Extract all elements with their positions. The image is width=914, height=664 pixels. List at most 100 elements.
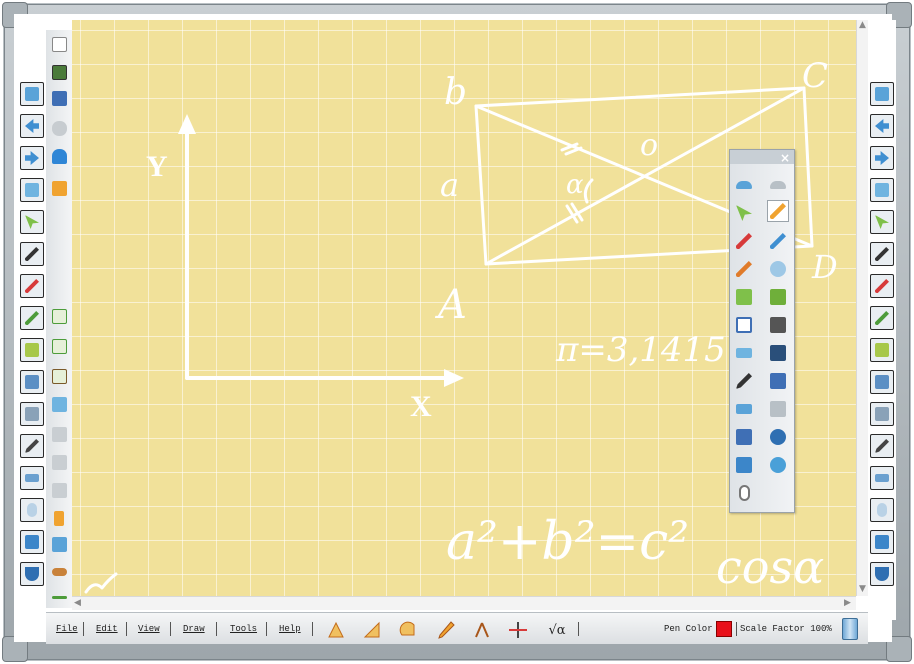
trash-icon[interactable] xyxy=(842,618,858,640)
red-pen-icon[interactable] xyxy=(870,274,894,298)
camera-icon[interactable] xyxy=(767,314,789,336)
magnet-icon[interactable] xyxy=(870,562,894,586)
scroll-up-icon[interactable]: ▲ xyxy=(859,20,866,30)
vertex-c-label: C xyxy=(802,56,829,96)
background-image-icon[interactable] xyxy=(49,62,69,82)
folder-icon[interactable] xyxy=(49,178,69,198)
keyboard-icon[interactable] xyxy=(733,398,755,420)
page-icon[interactable] xyxy=(20,82,44,106)
menu-separator xyxy=(216,622,217,636)
eraser-icon[interactable] xyxy=(20,338,44,362)
blue-pen-icon[interactable] xyxy=(767,230,789,252)
forward-arrow-icon[interactable] xyxy=(20,146,44,170)
gray-page-icon-3[interactable] xyxy=(49,480,69,500)
settings-icon[interactable] xyxy=(767,454,789,476)
pen-icon[interactable] xyxy=(870,242,894,266)
marker-icon[interactable] xyxy=(20,306,44,330)
eraser-icon[interactable] xyxy=(870,338,894,362)
toolbar-icon[interactable] xyxy=(20,466,44,490)
brush-icon[interactable] xyxy=(870,434,894,458)
fullscreen-icon[interactable] xyxy=(733,454,755,476)
red-pen-icon[interactable] xyxy=(733,230,755,252)
page-icon[interactable] xyxy=(870,82,894,106)
screen-capture-icon[interactable] xyxy=(733,342,755,364)
magnifier-icon[interactable] xyxy=(767,258,789,280)
scroll-down-icon[interactable]: ▼ xyxy=(859,584,866,594)
menu-edit[interactable]: Edit xyxy=(96,624,118,634)
screenshot-icon[interactable] xyxy=(20,370,44,394)
document-icon[interactable] xyxy=(49,534,69,554)
pointer-icon[interactable] xyxy=(870,210,894,234)
monitor-icon[interactable] xyxy=(767,342,789,364)
keyboard-icon[interactable] xyxy=(870,402,894,426)
record-icon[interactable] xyxy=(49,562,69,582)
menu-help[interactable]: Help xyxy=(279,624,301,634)
fill-icon[interactable] xyxy=(767,286,789,308)
attach-icon[interactable] xyxy=(49,118,69,138)
close-icon[interactable]: × xyxy=(780,151,790,165)
redo-icon[interactable] xyxy=(767,174,789,196)
back-arrow-icon[interactable] xyxy=(870,114,894,138)
pencil-tool-icon[interactable] xyxy=(436,620,456,640)
brush-icon[interactable] xyxy=(733,370,755,392)
lock-icon[interactable] xyxy=(49,508,69,528)
expand-arrows-icon[interactable] xyxy=(49,590,69,604)
marker-icon[interactable] xyxy=(870,306,894,330)
spotlight-icon[interactable] xyxy=(870,530,894,554)
vertical-scrollbar[interactable]: ▲ ▼ xyxy=(856,20,868,596)
pen-color-swatch[interactable] xyxy=(716,621,732,637)
undo-icon[interactable] xyxy=(733,174,755,196)
floating-toolbar[interactable]: × xyxy=(729,149,795,513)
ruler-icon[interactable] xyxy=(326,620,346,640)
spotlight-icon[interactable] xyxy=(20,530,44,554)
coordinate-axis-icon[interactable] xyxy=(508,620,528,640)
mouse-icon[interactable] xyxy=(870,498,894,522)
protractor-icon[interactable] xyxy=(398,620,418,640)
menu-file[interactable]: File xyxy=(56,624,78,634)
mouse-mode-icon[interactable] xyxy=(733,482,755,504)
back-arrow-icon[interactable] xyxy=(20,114,44,138)
menu-draw[interactable]: Draw xyxy=(183,624,205,634)
gray-page-icon-1[interactable] xyxy=(49,424,69,444)
horizontal-scrollbar[interactable]: ◀ ▶ xyxy=(72,596,856,610)
page-tool-column xyxy=(46,30,72,608)
gray-page-icon-2[interactable] xyxy=(49,452,69,472)
red-pen-icon[interactable] xyxy=(20,274,44,298)
new-page-icon[interactable] xyxy=(49,34,69,54)
rectangle-shape-icon[interactable] xyxy=(733,314,755,336)
magnet-icon[interactable] xyxy=(20,562,44,586)
page-list-icon[interactable] xyxy=(49,394,69,414)
pencil-icon[interactable] xyxy=(767,200,789,222)
eraser-icon[interactable] xyxy=(733,286,755,308)
mouse-icon[interactable] xyxy=(20,498,44,522)
screenshot-icon[interactable] xyxy=(870,370,894,394)
brush-icon[interactable] xyxy=(20,434,44,458)
select-pointer-icon[interactable] xyxy=(733,202,755,224)
scroll-left-icon[interactable]: ◀ xyxy=(74,598,81,608)
crayon-icon[interactable] xyxy=(733,258,755,280)
webcam-icon[interactable] xyxy=(767,426,789,448)
toolbar-icon[interactable] xyxy=(870,466,894,490)
delete-page-icon[interactable] xyxy=(49,366,69,386)
network-icon[interactable] xyxy=(49,146,69,166)
scroll-right-icon[interactable]: ▶ xyxy=(844,598,851,608)
pointer-icon[interactable] xyxy=(20,210,44,234)
pen-icon[interactable] xyxy=(20,242,44,266)
keyboard-icon[interactable] xyxy=(20,402,44,426)
set-square-icon[interactable] xyxy=(362,620,382,640)
copy-page-icon[interactable] xyxy=(49,336,69,356)
notes-icon[interactable] xyxy=(767,398,789,420)
menu-view[interactable]: View xyxy=(138,624,160,634)
add-page-icon[interactable] xyxy=(49,306,69,326)
forward-arrow-icon[interactable] xyxy=(870,146,894,170)
menu-tools[interactable]: Tools xyxy=(230,624,257,634)
display-icon[interactable] xyxy=(767,370,789,392)
compass-icon[interactable] xyxy=(472,620,492,640)
screen-icon[interactable] xyxy=(870,178,894,202)
formula-sqrt-icon[interactable]: √α xyxy=(544,620,570,640)
side-a-label: a xyxy=(440,166,460,204)
screen-icon[interactable] xyxy=(20,178,44,202)
scale-factor-label: Scale Factor 100% xyxy=(740,624,832,634)
computer-icon[interactable] xyxy=(49,88,69,108)
window-icon[interactable] xyxy=(733,426,755,448)
